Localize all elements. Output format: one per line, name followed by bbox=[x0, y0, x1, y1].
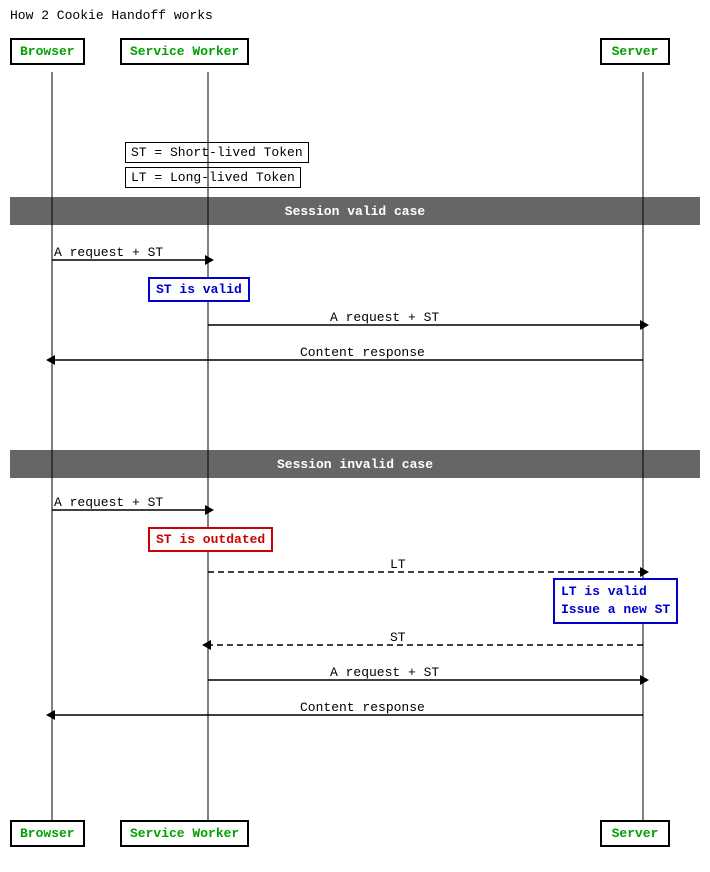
arrows-svg bbox=[0, 0, 710, 872]
label-invalid-req2: A request + ST bbox=[330, 665, 439, 680]
actor-sw-bottom: Service Worker bbox=[120, 820, 249, 847]
note-st-valid: ST is valid bbox=[148, 277, 250, 302]
actor-server-top: Server bbox=[600, 38, 670, 65]
actor-server-bottom: Server bbox=[600, 820, 670, 847]
actor-browser-top: Browser bbox=[10, 38, 85, 65]
actor-sw-top: Service Worker bbox=[120, 38, 249, 65]
label-st: ST bbox=[390, 630, 406, 645]
section-invalid: Session invalid case bbox=[10, 450, 700, 478]
diagram-title: How 2 Cookie Handoff works bbox=[10, 8, 213, 23]
actor-browser-bottom: Browser bbox=[10, 820, 85, 847]
section-valid: Session valid case bbox=[10, 197, 700, 225]
label-lt: LT bbox=[390, 557, 406, 572]
note-st-outdated: ST is outdated bbox=[148, 527, 273, 552]
label-valid-req2: A request + ST bbox=[330, 310, 439, 325]
label-invalid-resp: Content response bbox=[300, 700, 425, 715]
def-lt: LT = Long-lived Token bbox=[125, 167, 301, 188]
label-valid-resp: Content response bbox=[300, 345, 425, 360]
label-invalid-req1: A request + ST bbox=[54, 495, 163, 510]
label-valid-req1: A request + ST bbox=[54, 245, 163, 260]
def-st: ST = Short-lived Token bbox=[125, 142, 309, 163]
diagram: How 2 Cookie Handoff works Browser Servi… bbox=[0, 0, 710, 872]
note-lt-valid: LT is valid Issue a new ST bbox=[553, 578, 678, 624]
